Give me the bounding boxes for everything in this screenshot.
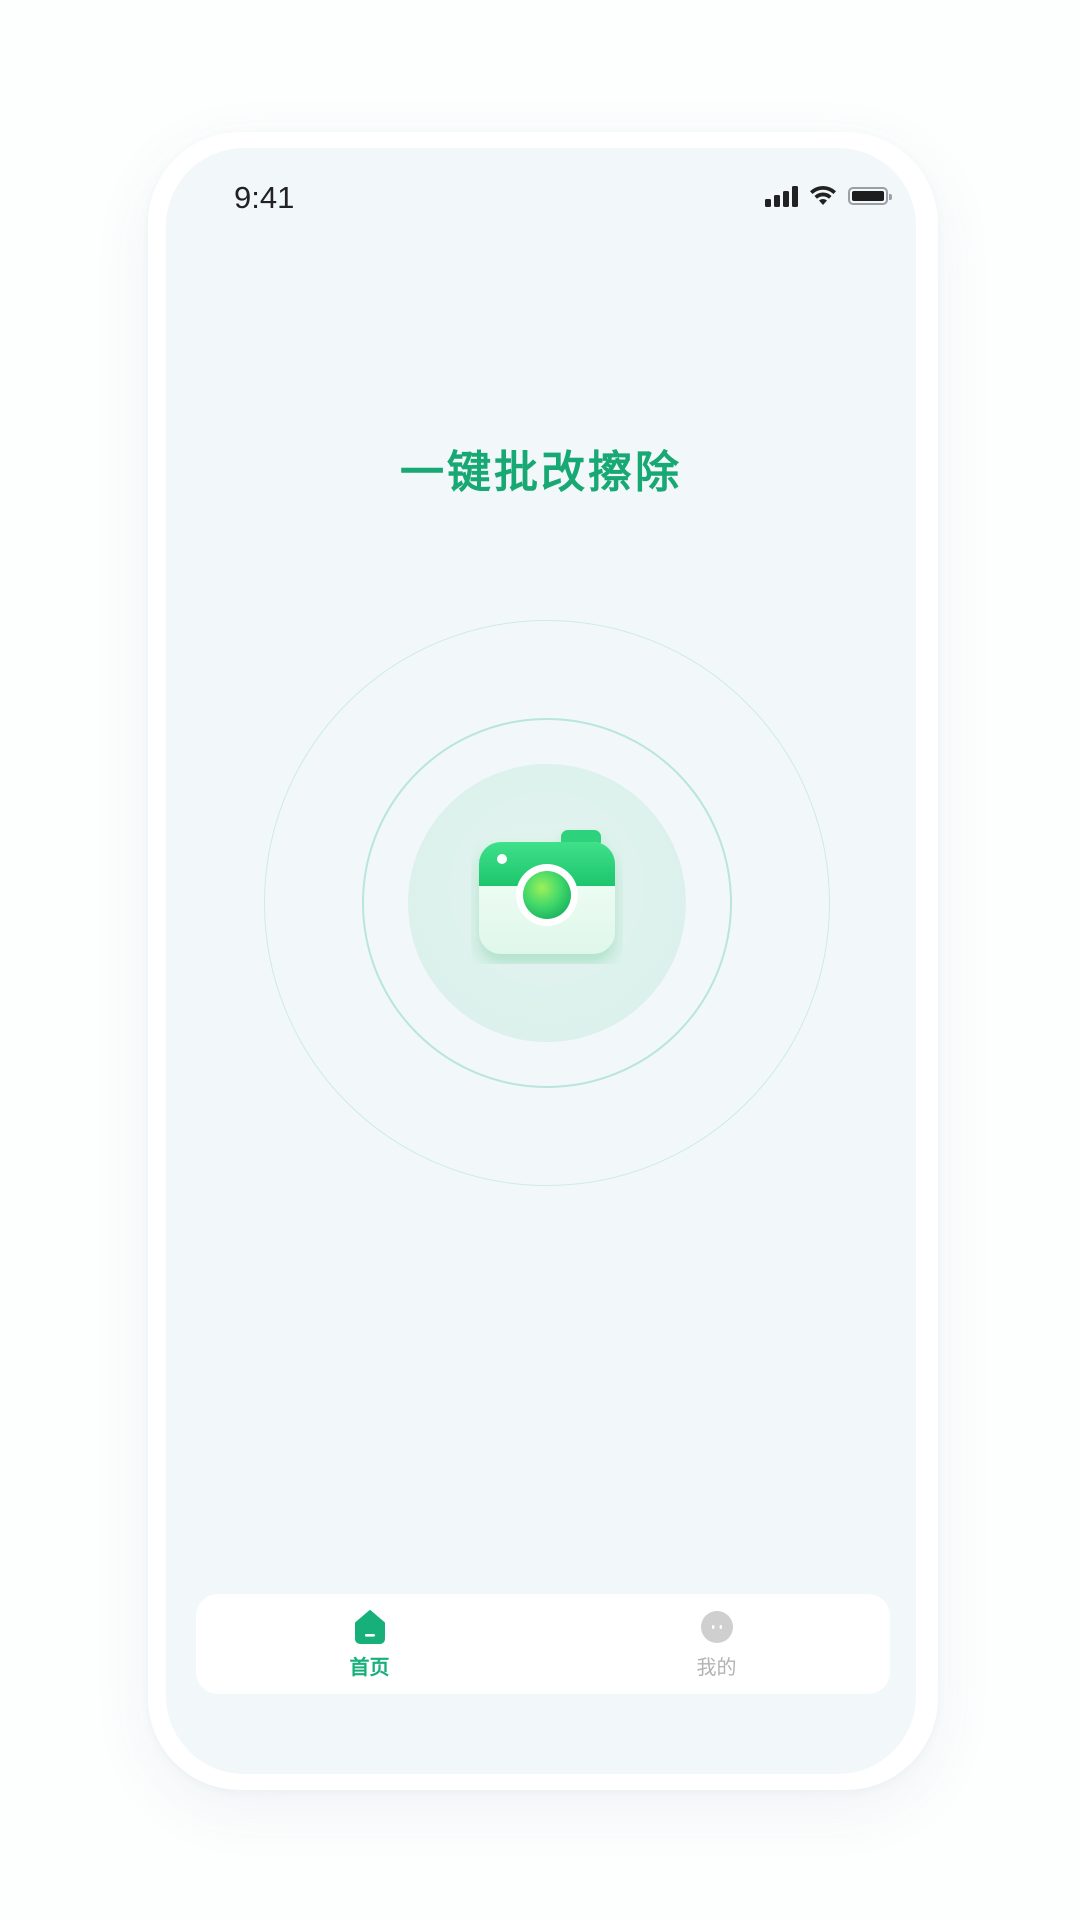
tab-mine[interactable]: 我的 — [543, 1594, 890, 1694]
profile-icon — [700, 1610, 733, 1643]
status-icons — [765, 180, 892, 212]
cellular-signal-icon — [765, 185, 798, 207]
phone-frame: 9:41 一键批改擦除 首页 我的 — [148, 132, 938, 1790]
battery-icon — [848, 187, 892, 205]
phone-screen: 9:41 一键批改擦除 首页 我的 — [166, 148, 916, 1774]
wifi-icon — [810, 185, 836, 205]
tab-home-label: 首页 — [349, 1654, 390, 1679]
camera-icon — [479, 830, 615, 954]
tab-home[interactable]: 首页 — [196, 1594, 543, 1694]
status-time: 9:41 — [234, 180, 295, 215]
app-canvas: 9:41 一键批改擦除 首页 我的 — [0, 0, 1080, 1920]
camera-button[interactable] — [471, 828, 623, 964]
bottom-tab-bar: 首页 我的 — [196, 1594, 890, 1694]
page-title: 一键批改擦除 — [400, 447, 682, 498]
home-icon — [354, 1609, 385, 1644]
tab-mine-label: 我的 — [696, 1654, 737, 1679]
